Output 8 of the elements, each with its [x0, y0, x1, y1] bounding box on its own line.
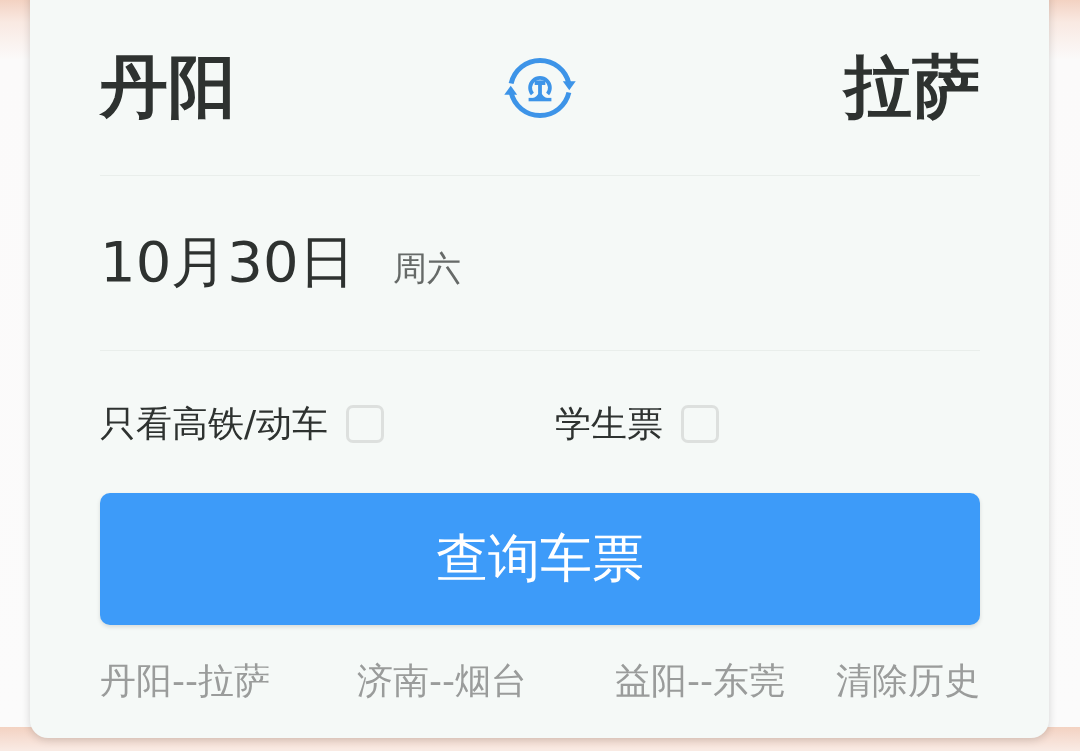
checkbox[interactable] — [681, 405, 719, 443]
arrival-station[interactable]: 拉萨 — [844, 42, 980, 133]
checkbox[interactable] — [346, 405, 385, 443]
departure-station[interactable]: 丹阳 — [100, 42, 236, 133]
date-text[interactable]: 10月30日 — [100, 225, 355, 301]
option-label[interactable]: 学生票 — [555, 399, 663, 449]
option-label[interactable]: 只看高铁/动车 — [100, 399, 329, 449]
weekday-text: 周六 — [392, 247, 461, 290]
